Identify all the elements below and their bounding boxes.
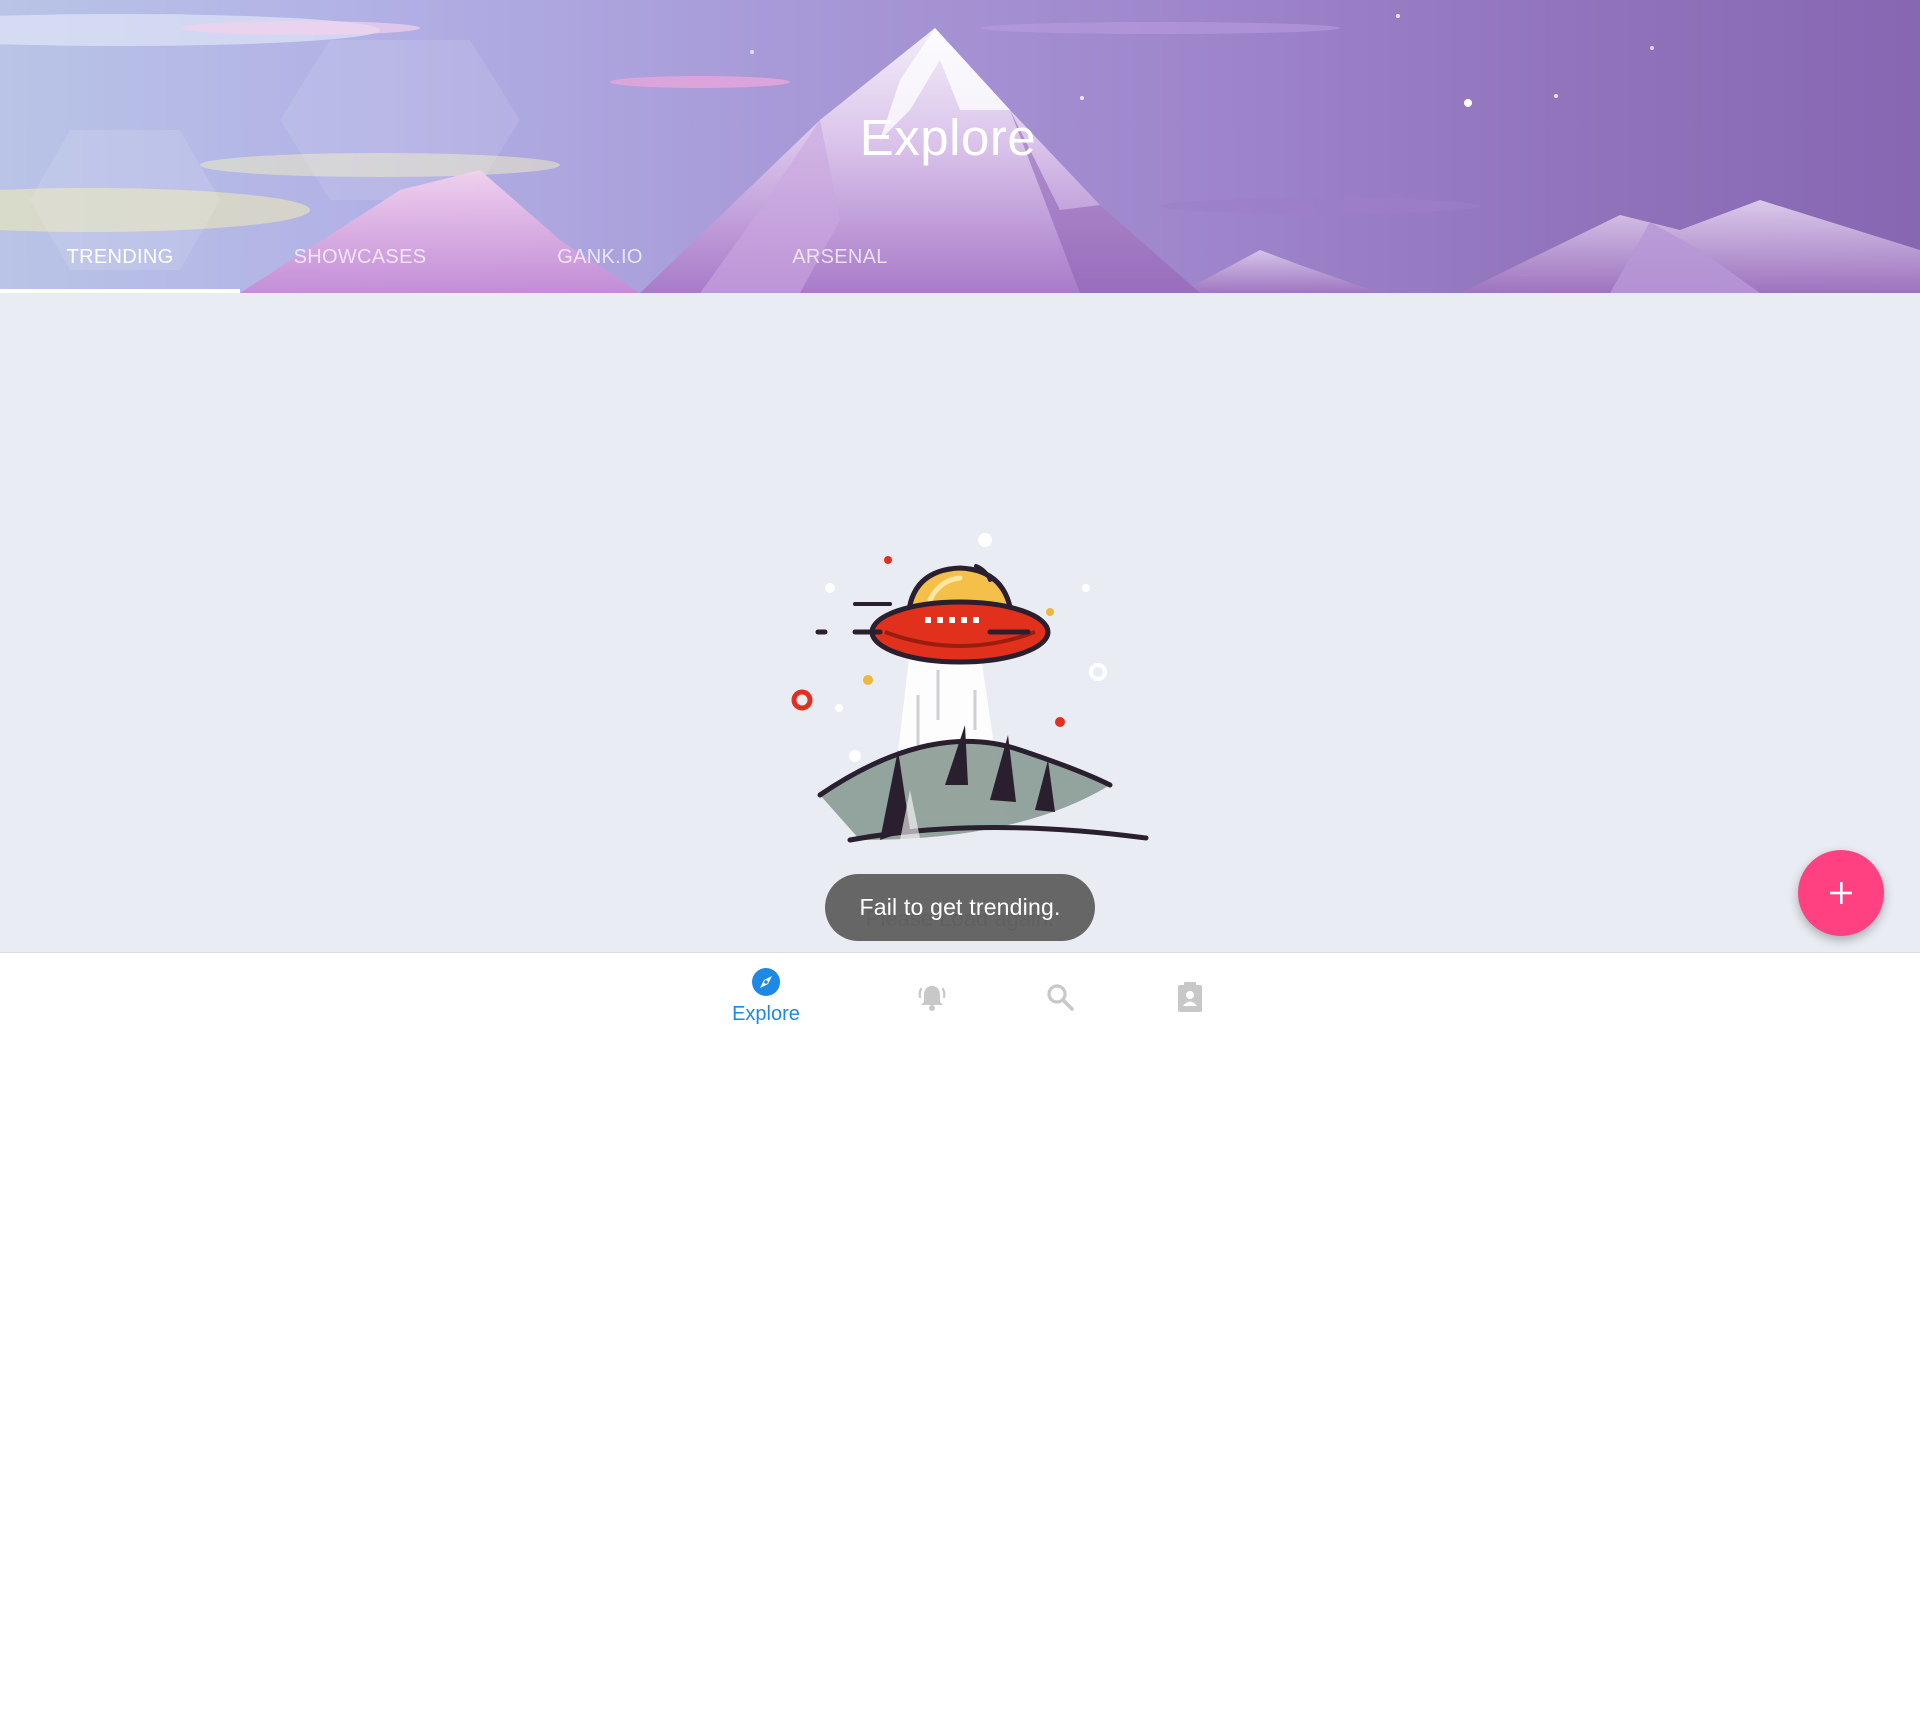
nav-item-search[interactable] — [1040, 953, 1080, 1043]
plus-icon — [1830, 882, 1852, 904]
tab-arsenal[interactable]: ARSENAL — [720, 236, 960, 293]
page-title: Explore — [859, 109, 1037, 166]
app-header: Explore TRENDING SHOWCASES GANK.IO ARSEN… — [0, 0, 1920, 293]
toast-message: Fail to get trending. — [825, 874, 1095, 941]
tab-trending[interactable]: TRENDING — [0, 236, 240, 293]
tab-bar: TRENDING SHOWCASES GANK.IO ARSENAL — [0, 236, 960, 293]
bottom-navigation: Explore — [0, 952, 1920, 1042]
profile-card-icon — [1178, 982, 1202, 1012]
nav-label-explore: Explore — [732, 1003, 800, 1025]
search-icon — [1047, 984, 1074, 1011]
ufo-illustration — [791, 533, 1149, 843]
nav-item-profile[interactable] — [1170, 953, 1210, 1043]
tab-gank-io[interactable]: GANK.IO — [480, 236, 720, 293]
nav-item-explore[interactable]: Explore — [714, 953, 818, 1043]
nav-item-notifications[interactable] — [912, 953, 952, 1043]
compass-icon — [752, 968, 780, 996]
tab-showcases[interactable]: SHOWCASES — [240, 236, 480, 293]
notification-bell-icon — [918, 986, 946, 1011]
add-fab-button[interactable] — [1798, 850, 1884, 936]
